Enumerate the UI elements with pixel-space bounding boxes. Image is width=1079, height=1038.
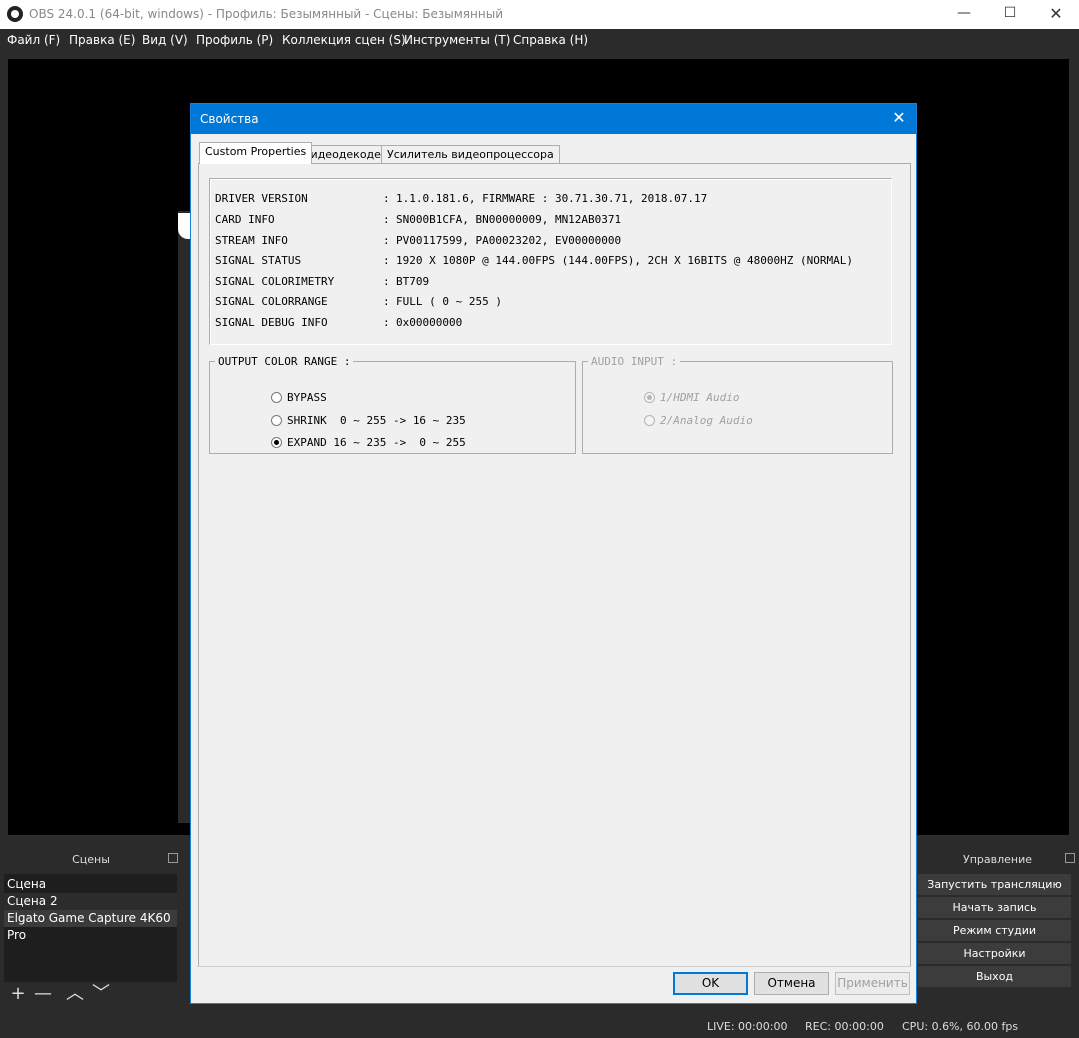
exit-button[interactable]: Выход bbox=[918, 966, 1071, 987]
minimize-button[interactable]: — bbox=[941, 0, 987, 29]
info-value: FULL ( 0 ~ 255 ) bbox=[396, 295, 502, 308]
info-value: 1920 X 1080P @ 144.00FPS (144.00FPS), 2C… bbox=[396, 254, 853, 267]
controls-dock-title: Управление bbox=[916, 850, 1079, 870]
dock-float-icon[interactable] bbox=[168, 853, 178, 863]
radio-icon[interactable] bbox=[270, 437, 282, 448]
info-separator: : bbox=[383, 316, 390, 329]
status-live: LIVE: 00:00:00 bbox=[707, 1020, 788, 1033]
scene-item[interactable]: Сцена bbox=[4, 876, 177, 893]
move-down-icon[interactable]: ﹀ bbox=[90, 984, 112, 1006]
maximize-button[interactable]: ☐ bbox=[987, 0, 1033, 29]
info-label: STREAM INFO bbox=[215, 234, 288, 247]
radio-label: EXPAND 16 ~ 235 -> 0 ~ 255 bbox=[286, 436, 466, 449]
menu-view[interactable]: Вид (V) bbox=[142, 33, 188, 47]
remove-scene-icon[interactable]: — bbox=[32, 984, 54, 1006]
info-label: SIGNAL STATUS bbox=[215, 254, 302, 267]
status-rec: REC: 00:00:00 bbox=[805, 1020, 884, 1033]
info-separator: : bbox=[383, 192, 390, 205]
scenes-toolbar: + — ︿ ﹀ bbox=[4, 984, 177, 1006]
device-info-box: DRIVER VERSION : 1.1.0.181.6, FIRMWARE :… bbox=[209, 178, 892, 345]
menu-tools[interactable]: Инструменты (T) bbox=[404, 33, 510, 47]
start-recording-button[interactable]: Начать запись bbox=[918, 897, 1071, 918]
move-up-icon[interactable]: ︿ bbox=[64, 984, 86, 1006]
scene-item[interactable]: Elgato Game Capture 4K60 Pro bbox=[4, 910, 177, 942]
menu-scene-collection[interactable]: Коллекция сцен (S) bbox=[282, 33, 406, 47]
cancel-button[interactable]: Отмена bbox=[754, 972, 829, 995]
dialog-titlebar: Свойства ✕ bbox=[191, 104, 916, 134]
info-value: SN000B1CFA, BN00000009, MN12AB0371 bbox=[396, 213, 622, 226]
start-streaming-button[interactable]: Запустить трансляцию bbox=[918, 874, 1071, 895]
tab-page: DRIVER VERSION : 1.1.0.181.6, FIRMWARE :… bbox=[198, 163, 911, 967]
info-separator: : bbox=[383, 275, 390, 288]
info-value: PV00117599, PA00023202, EV00000000 bbox=[396, 234, 622, 247]
dock-float-icon[interactable] bbox=[1065, 853, 1075, 863]
settings-button[interactable]: Настройки bbox=[918, 943, 1071, 964]
menu-file[interactable]: Файл (F) bbox=[7, 33, 60, 47]
obs-logo-icon bbox=[7, 6, 23, 22]
properties-dialog: Свойства ✕ Custom Properties Видеодекоде… bbox=[190, 103, 917, 1004]
info-value: 1.1.0.181.6, FIRMWARE : 30.71.30.71, 201… bbox=[396, 192, 708, 205]
info-label: CARD INFO bbox=[215, 213, 275, 226]
dialog-footer-divider bbox=[197, 966, 911, 967]
app-title: OBS 24.0.1 (64-bit, windows) - Профиль: … bbox=[29, 7, 503, 21]
output-color-range-title: OUTPUT COLOR RANGE : bbox=[215, 355, 354, 368]
audio-input-title: AUDIO INPUT : bbox=[588, 355, 681, 368]
add-scene-icon[interactable]: + bbox=[7, 984, 29, 1006]
info-value: BT709 bbox=[396, 275, 430, 288]
output-color-range-group: OUTPUT COLOR RANGE : BYPASS SHRINK 0 ~ 2… bbox=[209, 355, 576, 454]
radio-analog-audio: 2/Analog Audio bbox=[591, 401, 753, 440]
statusbar: LIVE: 00:00:00 REC: 00:00:00 CPU: 0.6%, … bbox=[0, 1016, 1079, 1038]
menubar: Файл (F) Правка (E) Вид (V) Профиль (P) … bbox=[0, 29, 1079, 51]
info-label: DRIVER VERSION bbox=[215, 192, 308, 205]
radio-label: 2/Analog Audio bbox=[659, 414, 753, 427]
scenes-list[interactable]: Сцена Сцена 2 Elgato Game Capture 4K60 P… bbox=[4, 874, 177, 982]
info-value: 0x00000000 bbox=[396, 316, 463, 329]
status-cpu: CPU: 0.6%, 60.00 fps bbox=[902, 1020, 1019, 1033]
info-label: SIGNAL DEBUG INFO bbox=[215, 316, 328, 329]
audio-input-group: AUDIO INPUT : 1/HDMI Audio 2/Analog Audi… bbox=[582, 355, 893, 454]
radio-icon bbox=[643, 415, 655, 426]
close-window-button[interactable]: ✕ bbox=[1033, 0, 1079, 29]
ok-button[interactable]: OK bbox=[673, 972, 748, 995]
info-separator: : bbox=[383, 234, 390, 247]
menu-profile[interactable]: Профиль (P) bbox=[196, 33, 273, 47]
menu-help[interactable]: Справка (H) bbox=[513, 33, 588, 47]
scene-item[interactable]: Сцена 2 bbox=[4, 893, 177, 910]
radio-expand[interactable]: EXPAND 16 ~ 235 -> 0 ~ 255 bbox=[218, 423, 466, 462]
preview-highlight bbox=[178, 213, 190, 239]
apply-button[interactable]: Применить bbox=[835, 972, 910, 995]
app-titlebar: OBS 24.0.1 (64-bit, windows) - Профиль: … bbox=[0, 0, 1079, 29]
info-separator: : bbox=[383, 295, 390, 308]
info-separator: : bbox=[383, 254, 390, 267]
dialog-close-icon[interactable]: ✕ bbox=[882, 104, 916, 134]
info-separator: : bbox=[383, 213, 390, 226]
menu-edit[interactable]: Правка (E) bbox=[69, 33, 135, 47]
info-label: SIGNAL COLORIMETRY bbox=[215, 275, 335, 288]
dialog-title: Свойства bbox=[200, 112, 259, 126]
tab-custom-properties[interactable]: Custom Properties bbox=[199, 142, 313, 164]
tab-video-processor-amp[interactable]: Усилитель видеопроцессора bbox=[381, 145, 560, 164]
scenes-dock-title: Сцены bbox=[0, 850, 182, 870]
info-label: SIGNAL COLORRANGE bbox=[215, 295, 328, 308]
studio-mode-button[interactable]: Режим студии bbox=[918, 920, 1071, 941]
